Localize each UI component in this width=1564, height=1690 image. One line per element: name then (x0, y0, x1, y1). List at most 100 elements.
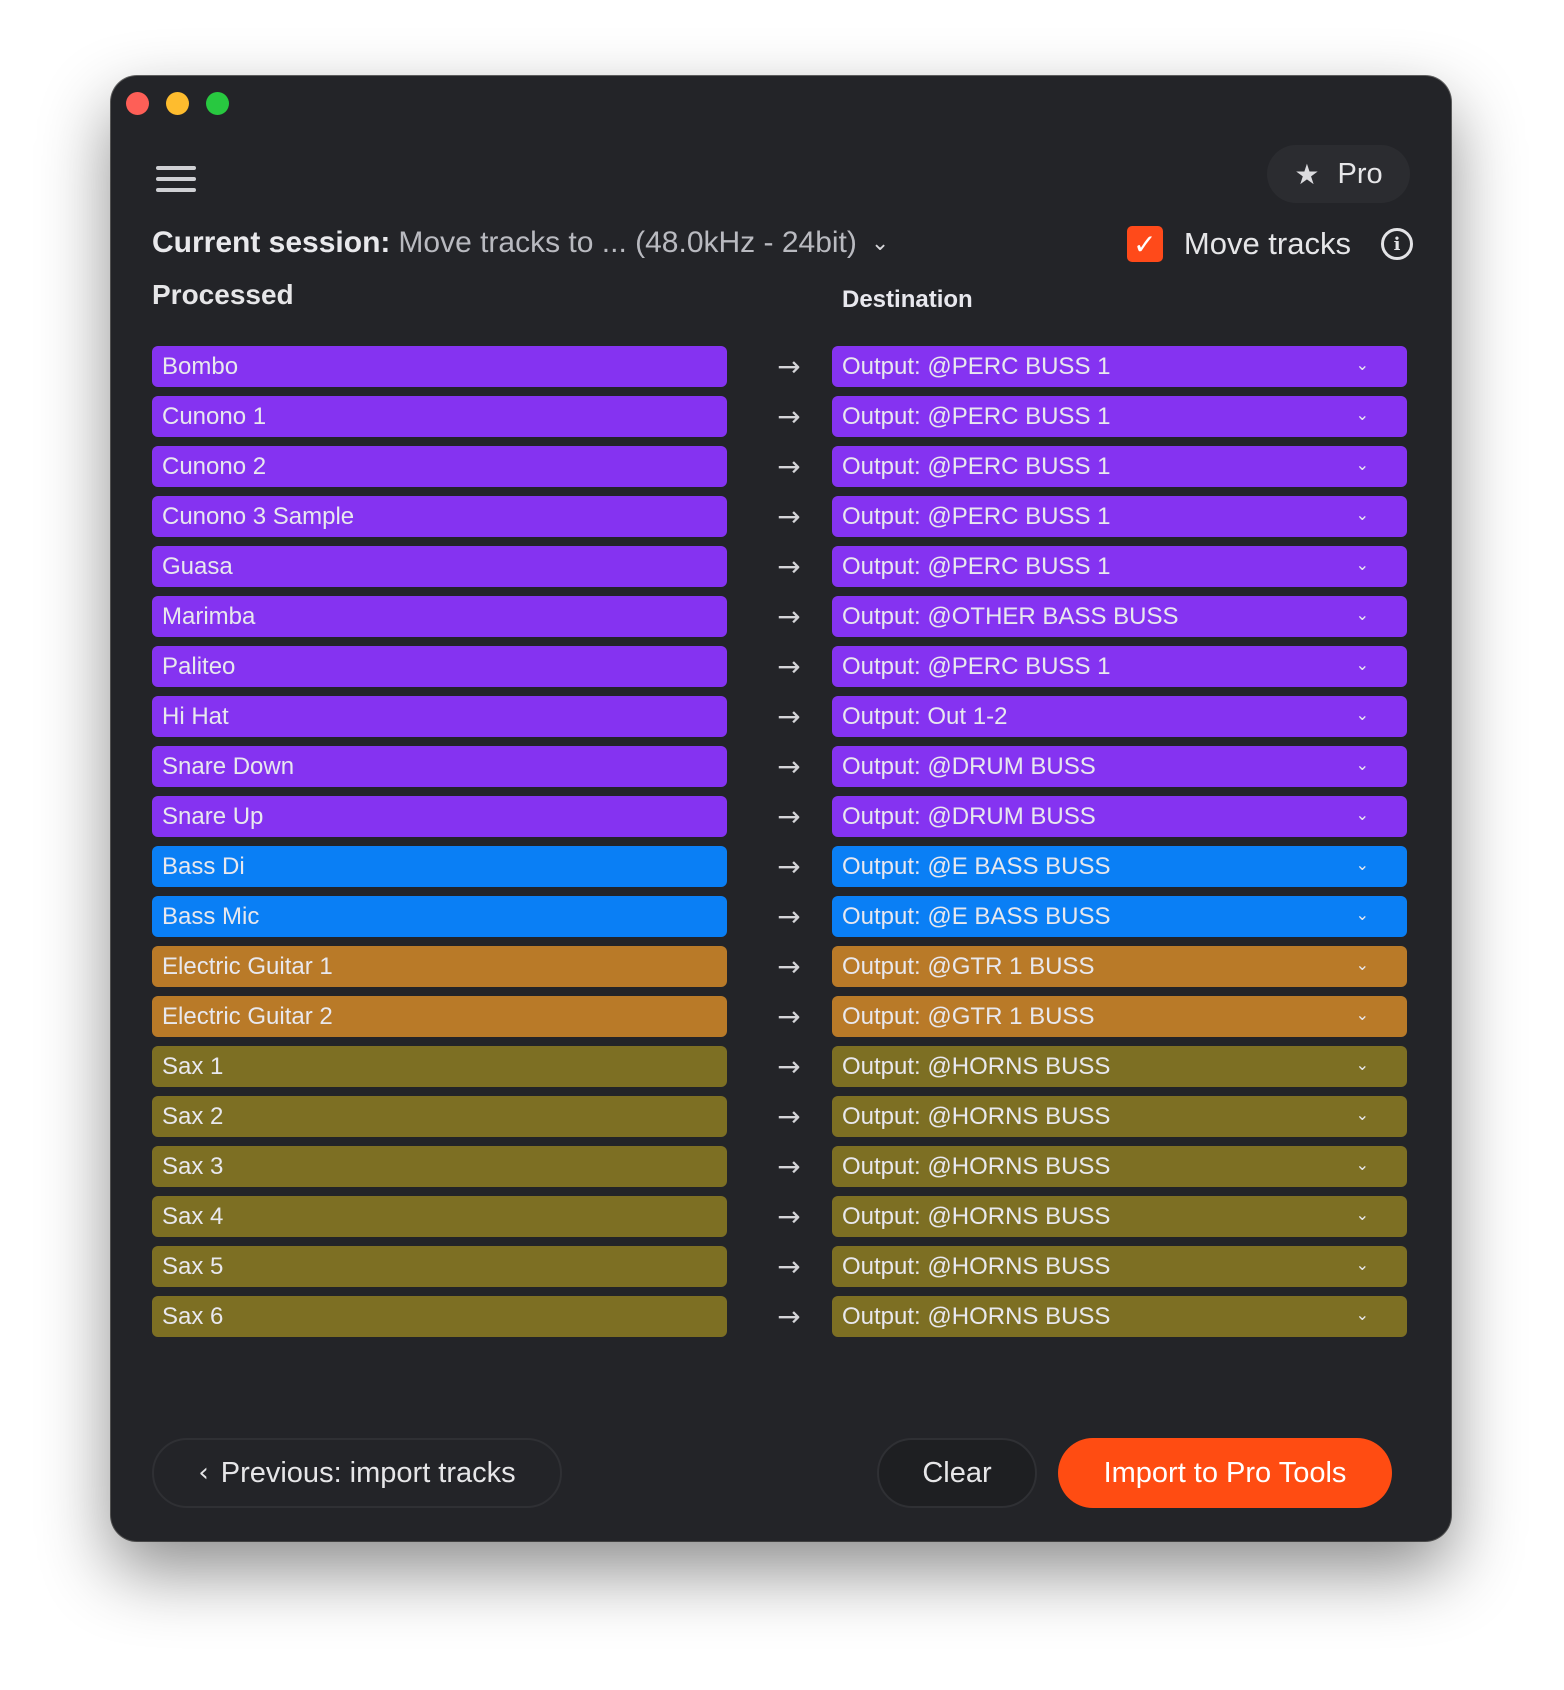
processed-track[interactable]: Sax 4 (152, 1196, 727, 1237)
track-row: Cunono 2 → Output: @PERC BUSS 1 ⌄ (152, 446, 1412, 487)
track-row: Snare Up → Output: @DRUM BUSS ⌄ (152, 796, 1412, 837)
track-row: Sax 2 → Output: @HORNS BUSS ⌄ (152, 1096, 1412, 1137)
chevron-down-icon: ⌄ (1355, 705, 1369, 724)
destination-label: Output: Out 1-2 (842, 702, 1008, 730)
destination-dropdown[interactable]: Output: @HORNS BUSS ⌄ (832, 1196, 1407, 1237)
destination-dropdown[interactable]: Output: @E BASS BUSS ⌄ (832, 896, 1407, 937)
clear-button[interactable]: Clear (877, 1438, 1037, 1508)
processed-track[interactable]: Bass Mic (152, 896, 727, 937)
move-tracks-option: ✓ Move tracks i (1126, 226, 1413, 262)
app-window: ★ Pro Current session: Move tracks to ..… (111, 76, 1451, 1541)
destination-dropdown[interactable]: Output: @OTHER BASS BUSS ⌄ (832, 596, 1407, 637)
chevron-down-icon: ⌄ (1355, 1255, 1369, 1274)
destination-dropdown[interactable]: Output: Out 1-2 ⌄ (832, 696, 1407, 737)
destination-dropdown[interactable]: Output: @PERC BUSS 1 ⌄ (832, 446, 1407, 487)
track-row: Cunono 1 → Output: @PERC BUSS 1 ⌄ (152, 396, 1412, 437)
track-row: Electric Guitar 1 → Output: @GTR 1 BUSS ⌄ (152, 946, 1412, 987)
destination-dropdown[interactable]: Output: @HORNS BUSS ⌄ (832, 1046, 1407, 1087)
processed-track[interactable]: Sax 2 (152, 1096, 727, 1137)
track-row: Cunono 3 Sample → Output: @PERC BUSS 1 ⌄ (152, 496, 1412, 537)
chevron-down-icon: ⌄ (1355, 655, 1369, 674)
close-window-button[interactable] (126, 92, 149, 115)
arrow-right-icon: → (777, 1100, 801, 1133)
chevron-down-icon: ⌄ (1355, 755, 1369, 774)
processed-track[interactable]: Snare Down (152, 746, 727, 787)
processed-track[interactable]: Cunono 3 Sample (152, 496, 727, 537)
destination-label: Output: @PERC BUSS 1 (842, 502, 1111, 530)
previous-button[interactable]: ‹ Previous: import tracks (152, 1438, 562, 1508)
destination-label: Output: @HORNS BUSS (842, 1102, 1111, 1130)
destination-label: Output: @HORNS BUSS (842, 1252, 1111, 1280)
zoom-window-button[interactable] (206, 92, 229, 115)
destination-label: Output: @E BASS BUSS (842, 902, 1111, 930)
processed-track[interactable]: Cunono 2 (152, 446, 727, 487)
destination-label: Output: @HORNS BUSS (842, 1152, 1111, 1180)
destination-dropdown[interactable]: Output: @HORNS BUSS ⌄ (832, 1146, 1407, 1187)
destination-dropdown[interactable]: Output: @GTR 1 BUSS ⌄ (832, 996, 1407, 1037)
session-selector[interactable]: Current session: Move tracks to ... (48.… (152, 226, 889, 260)
destination-label: Output: @HORNS BUSS (842, 1202, 1111, 1230)
chevron-down-icon: ⌄ (1355, 1305, 1369, 1324)
arrow-right-icon: → (777, 1250, 801, 1283)
minimize-window-button[interactable] (166, 92, 189, 115)
destination-dropdown[interactable]: Output: @PERC BUSS 1 ⌄ (832, 496, 1407, 537)
processed-track[interactable]: Electric Guitar 1 (152, 946, 727, 987)
destination-label: Output: @PERC BUSS 1 (842, 552, 1111, 580)
destination-dropdown[interactable]: Output: @PERC BUSS 1 ⌄ (832, 646, 1407, 687)
arrow-right-icon: → (777, 700, 801, 733)
track-row: Sax 1 → Output: @HORNS BUSS ⌄ (152, 1046, 1412, 1087)
arrow-right-icon: → (777, 750, 801, 783)
track-row: Marimba → Output: @OTHER BASS BUSS ⌄ (152, 596, 1412, 637)
arrow-right-icon: → (777, 1050, 801, 1083)
destination-dropdown[interactable]: Output: @PERC BUSS 1 ⌄ (832, 546, 1407, 587)
chevron-down-icon: ⌄ (1355, 1105, 1369, 1124)
chevron-down-icon: ⌄ (1355, 955, 1369, 974)
destination-dropdown[interactable]: Output: @DRUM BUSS ⌄ (832, 746, 1407, 787)
processed-track[interactable]: Sax 6 (152, 1296, 727, 1337)
processed-track[interactable]: Cunono 1 (152, 396, 727, 437)
import-button[interactable]: Import to Pro Tools (1058, 1438, 1392, 1508)
track-row: Paliteo → Output: @PERC BUSS 1 ⌄ (152, 646, 1412, 687)
track-row: Sax 3 → Output: @HORNS BUSS ⌄ (152, 1146, 1412, 1187)
destination-dropdown[interactable]: Output: @PERC BUSS 1 ⌄ (832, 346, 1407, 387)
processed-track[interactable]: Guasa (152, 546, 727, 587)
processed-track[interactable]: Sax 3 (152, 1146, 727, 1187)
processed-track[interactable]: Snare Up (152, 796, 727, 837)
destination-dropdown[interactable]: Output: @HORNS BUSS ⌄ (832, 1246, 1407, 1287)
chevron-down-icon: ⌄ (1355, 855, 1369, 874)
destination-label: Output: @DRUM BUSS (842, 752, 1096, 780)
destination-dropdown[interactable]: Output: @HORNS BUSS ⌄ (832, 1096, 1407, 1137)
destination-label: Output: @DRUM BUSS (842, 802, 1096, 830)
destination-dropdown[interactable]: Output: @PERC BUSS 1 ⌄ (832, 396, 1407, 437)
arrow-right-icon: → (777, 500, 801, 533)
chevron-down-icon: ⌄ (1355, 505, 1369, 524)
destination-dropdown[interactable]: Output: @DRUM BUSS ⌄ (832, 796, 1407, 837)
track-row: Snare Down → Output: @DRUM BUSS ⌄ (152, 746, 1412, 787)
destination-label: Output: @GTR 1 BUSS (842, 1002, 1095, 1030)
destination-label: Output: @PERC BUSS 1 (842, 652, 1111, 680)
pro-button[interactable]: ★ Pro (1267, 145, 1410, 203)
processed-track[interactable]: Marimba (152, 596, 727, 637)
processed-track[interactable]: Bombo (152, 346, 727, 387)
processed-track[interactable]: Bass Di (152, 846, 727, 887)
chevron-down-icon: ⌄ (1355, 805, 1369, 824)
processed-track[interactable]: Paliteo (152, 646, 727, 687)
chevron-left-icon: ‹ (198, 1458, 209, 1488)
destination-dropdown[interactable]: Output: @E BASS BUSS ⌄ (832, 846, 1407, 887)
info-icon[interactable]: i (1381, 228, 1413, 260)
track-row: Bass Mic → Output: @E BASS BUSS ⌄ (152, 896, 1412, 937)
destination-dropdown[interactable]: Output: @GTR 1 BUSS ⌄ (832, 946, 1407, 987)
processed-track[interactable]: Sax 5 (152, 1246, 727, 1287)
hamburger-menu-icon[interactable] (156, 166, 196, 196)
destination-label: Output: @OTHER BASS BUSS (842, 602, 1179, 630)
processed-track[interactable]: Electric Guitar 2 (152, 996, 727, 1037)
arrow-right-icon: → (777, 550, 801, 583)
destination-dropdown[interactable]: Output: @HORNS BUSS ⌄ (832, 1296, 1407, 1337)
processed-track[interactable]: Hi Hat (152, 696, 727, 737)
move-tracks-checkbox[interactable]: ✓ (1126, 226, 1163, 262)
processed-track[interactable]: Sax 1 (152, 1046, 727, 1087)
move-tracks-label: Move tracks (1183, 226, 1351, 261)
chevron-down-icon: ⌄ (870, 230, 890, 255)
track-row: Electric Guitar 2 → Output: @GTR 1 BUSS ⌄ (152, 996, 1412, 1037)
star-icon: ★ (1294, 158, 1320, 190)
